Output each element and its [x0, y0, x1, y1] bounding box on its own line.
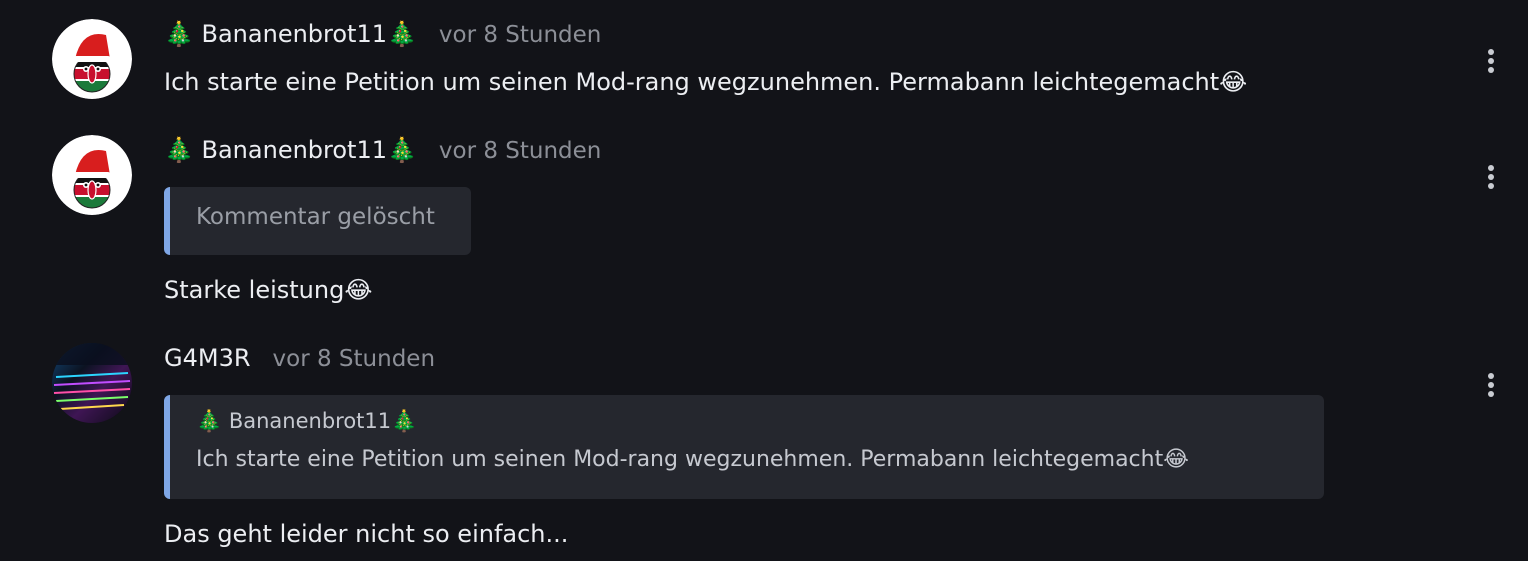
comment-feed: 🎄 Bananenbrot11🎄 vor 8 Stunden Ich start…	[0, 0, 1528, 561]
comment-text: Das geht leider nicht so einfach...	[164, 520, 569, 548]
comment-timestamp: vor 8 Stunden	[272, 346, 436, 372]
comment-author[interactable]: G4M3R	[164, 344, 251, 372]
avatar[interactable]	[52, 343, 132, 423]
quoted-comment-author: 🎄 Bananenbrot11🎄	[196, 409, 418, 433]
quoted-comment[interactable]: 🎄 Bananenbrot11🎄 Ich starte eine Petitio…	[164, 395, 1324, 499]
rgb-keyboard-avatar-icon	[52, 343, 132, 423]
quoted-comment-text: Ich starte eine Petition um seinen Mod-r…	[196, 447, 1189, 472]
comment: G4M3R vor 8 Stunden 🎄 Bananenbrot11🎄 Ich…	[0, 0, 1528, 561]
more-options-icon[interactable]	[1476, 370, 1506, 400]
